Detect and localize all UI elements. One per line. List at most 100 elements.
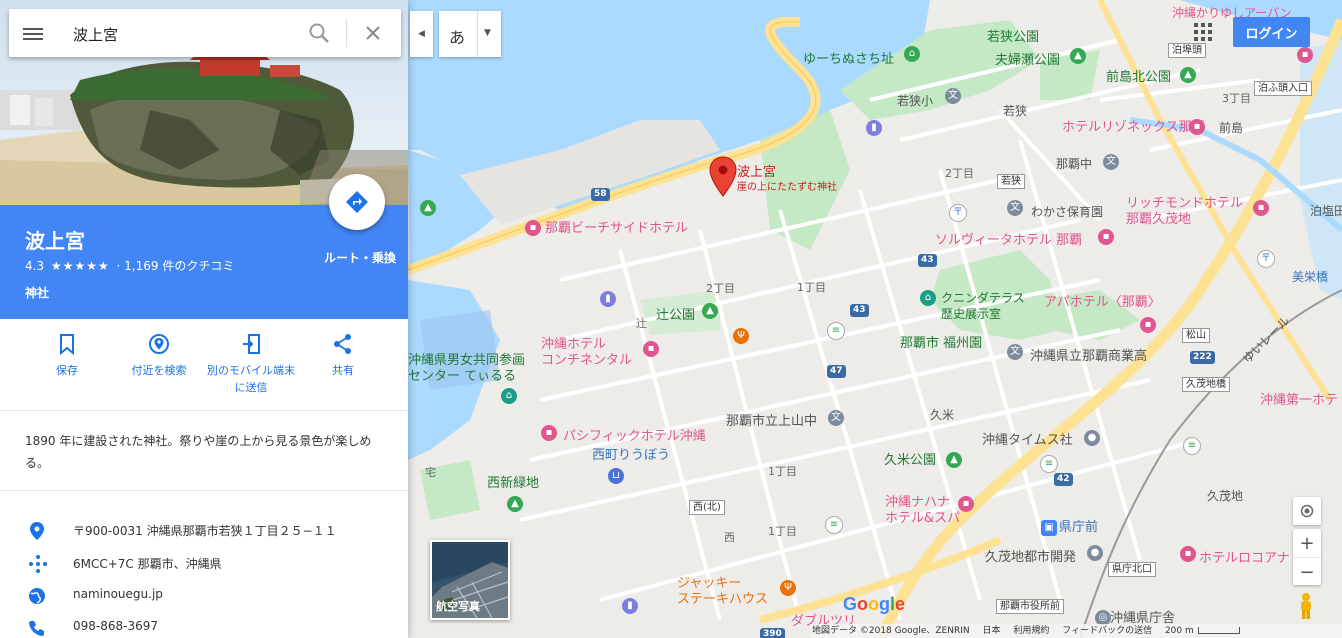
website-link: naminouegu.jp	[73, 587, 163, 601]
label-tsuji: 辻	[636, 317, 647, 330]
hotel-icon[interactable]: ▪	[1189, 119, 1205, 135]
route-shield-390: 390	[760, 628, 785, 638]
apps-grid-icon[interactable]	[1194, 23, 1212, 41]
send-to-phone-label: 別のモバイル端末に送信	[207, 364, 295, 394]
plus-code-row[interactable]: 6MCC+7C 那覇市、沖縄県	[0, 548, 408, 578]
label-tomari-entrance: 泊ふ頭入口	[1254, 81, 1312, 96]
label-2chome-a: 2丁目	[945, 167, 974, 180]
label-naha-jr-high: 那覇中	[1056, 157, 1093, 171]
share-button[interactable]: 共有	[297, 331, 389, 379]
login-button[interactable]: ログイン	[1233, 17, 1310, 47]
hotel-icon[interactable]: ▪	[1140, 317, 1156, 333]
bus-stop-icon[interactable]: ≡	[1183, 437, 1201, 455]
rail-station-icon[interactable]: ▣	[1041, 520, 1057, 536]
post-office-icon[interactable]: 〒	[949, 204, 967, 222]
label-okinawa-times: 沖縄タイムス社	[982, 433, 1073, 448]
zoom-in-button[interactable]: +	[1293, 529, 1321, 558]
rating-value: 4.3	[25, 259, 45, 273]
label-shogyo: 沖縄県立那覇商業高	[1030, 349, 1148, 364]
restaurant-icon[interactable]: Ψ	[733, 328, 749, 344]
label-1chome-b: 1丁目	[768, 465, 797, 478]
place-icon[interactable]: ●	[1084, 430, 1100, 446]
search-icon[interactable]	[308, 22, 330, 44]
hotel-icon[interactable]: ▪	[1098, 229, 1114, 245]
collapse-panel-button[interactable]: ◀	[410, 11, 433, 57]
hotel-icon[interactable]: ▪	[525, 220, 541, 236]
school-icon[interactable]: 文	[1007, 344, 1023, 360]
hamburger-menu-icon[interactable]	[23, 25, 43, 41]
label-nanahana: 沖縄ナハナ ホテル&スパ	[885, 495, 961, 526]
restaurant-icon[interactable]: Ψ	[780, 580, 796, 596]
save-button[interactable]: 保存	[21, 331, 113, 379]
label-kencho-mae: 県庁前	[1059, 520, 1099, 535]
bus-stop-icon[interactable]: ≡	[1040, 455, 1058, 473]
zoom-out-button[interactable]: −	[1293, 558, 1321, 586]
fuel-icon[interactable]: ▮	[600, 291, 616, 307]
terms-link[interactable]: 利用規約	[1013, 626, 1049, 636]
pegman-icon[interactable]	[1296, 592, 1316, 620]
place-pin-icon[interactable]	[709, 156, 737, 198]
label-wakasa: 若狭	[1003, 104, 1028, 118]
label-apa: アパホテル〈那覇〉	[1044, 295, 1161, 310]
post-office-icon[interactable]: 〒	[1257, 250, 1275, 268]
school-icon[interactable]: 文	[1103, 154, 1119, 170]
hotel-icon[interactable]: ▪	[541, 425, 557, 441]
tree-icon[interactable]: ▲	[1180, 67, 1196, 83]
rating-stars-icon: ★★★★★	[50, 259, 110, 273]
label-nishi-ryokuchi: 西新緑地	[487, 476, 540, 491]
route-label[interactable]: ルート・乗換	[324, 249, 396, 266]
place-icon[interactable]: ●	[1087, 545, 1103, 561]
feedback-link[interactable]: フィードバックの送信	[1062, 626, 1152, 636]
tree-icon[interactable]: ▲	[507, 496, 523, 512]
satellite-toggle[interactable]: 航空写真	[430, 540, 510, 620]
hotel-icon[interactable]: ▪	[958, 496, 974, 512]
review-count-link[interactable]: · 1,169 件のクチコミ	[117, 259, 235, 273]
bus-stop-icon[interactable]: ≡	[825, 516, 843, 534]
label-nishi: 西	[724, 531, 735, 544]
label-wakasa-box: 若狭	[997, 174, 1025, 189]
school-icon[interactable]: 文	[828, 410, 844, 426]
hotel-icon[interactable]: ▪	[643, 341, 659, 357]
tree-icon[interactable]: ▲	[702, 303, 718, 319]
directions-button[interactable]	[329, 174, 385, 230]
search-input[interactable]	[71, 22, 305, 46]
tree-icon[interactable]: ▲	[1070, 48, 1086, 64]
close-icon[interactable]	[363, 23, 383, 43]
label-fukushu: 那覇市 福州園	[900, 336, 983, 351]
landmark-icon[interactable]: ⌂	[904, 46, 920, 62]
send-to-phone-button[interactable]: 別のモバイル端末に送信	[205, 331, 297, 396]
label-yuuchi: ゆーちぬさち址	[803, 52, 895, 67]
label-1chome-a: 1丁目	[797, 281, 826, 294]
tree-icon[interactable]: ▲	[420, 200, 436, 216]
fuel-icon[interactable]: ▮	[866, 120, 882, 136]
satellite-label: 航空写真	[436, 600, 480, 613]
website-row[interactable]: naminouegu.jp	[0, 580, 408, 610]
bus-stop-icon[interactable]: ≡	[827, 322, 845, 340]
caret-down-icon[interactable]: ▼	[484, 28, 491, 38]
phone-row[interactable]: 098-868-3697	[0, 612, 408, 638]
shopping-icon[interactable]: ⊔	[608, 468, 624, 484]
fuel-icon[interactable]: ▮	[622, 598, 638, 614]
rating-row: 4.3 ★★★★★ · 1,169 件のクチコミ	[25, 257, 234, 274]
label-meoto-park: 夫婦瀬公園	[995, 53, 1061, 68]
share-label: 共有	[332, 364, 354, 377]
label-maejima-park: 前島北公園	[1106, 70, 1172, 85]
input-tools-button[interactable]: あ ▼	[439, 11, 501, 57]
school-icon[interactable]: 文	[945, 88, 961, 104]
hotel-icon[interactable]: ▪	[1253, 200, 1269, 216]
globe-icon	[27, 586, 47, 606]
museum-icon[interactable]: ⌂	[501, 388, 517, 404]
nearby-button[interactable]: 付近を検索	[113, 331, 205, 379]
museum-icon[interactable]: ⌂	[920, 290, 936, 306]
label-kuninda: クニンダテラス 歴史展示室	[941, 291, 1025, 321]
tree-icon[interactable]: ▲	[946, 452, 962, 468]
place-category[interactable]: 神社	[25, 284, 49, 301]
scale-label[interactable]: 200 m	[1165, 626, 1194, 636]
scale-bar	[1197, 627, 1240, 634]
address-row[interactable]: 〒900-0031 沖縄県那覇市若狭１丁目２５−１１	[0, 515, 408, 545]
country-link[interactable]: 日本	[982, 626, 1000, 636]
my-location-button[interactable]	[1293, 497, 1321, 525]
hotel-icon[interactable]: ▪	[1180, 546, 1196, 562]
school-icon[interactable]: 文	[1007, 200, 1023, 216]
hotel-icon[interactable]: ▪	[1297, 47, 1313, 63]
